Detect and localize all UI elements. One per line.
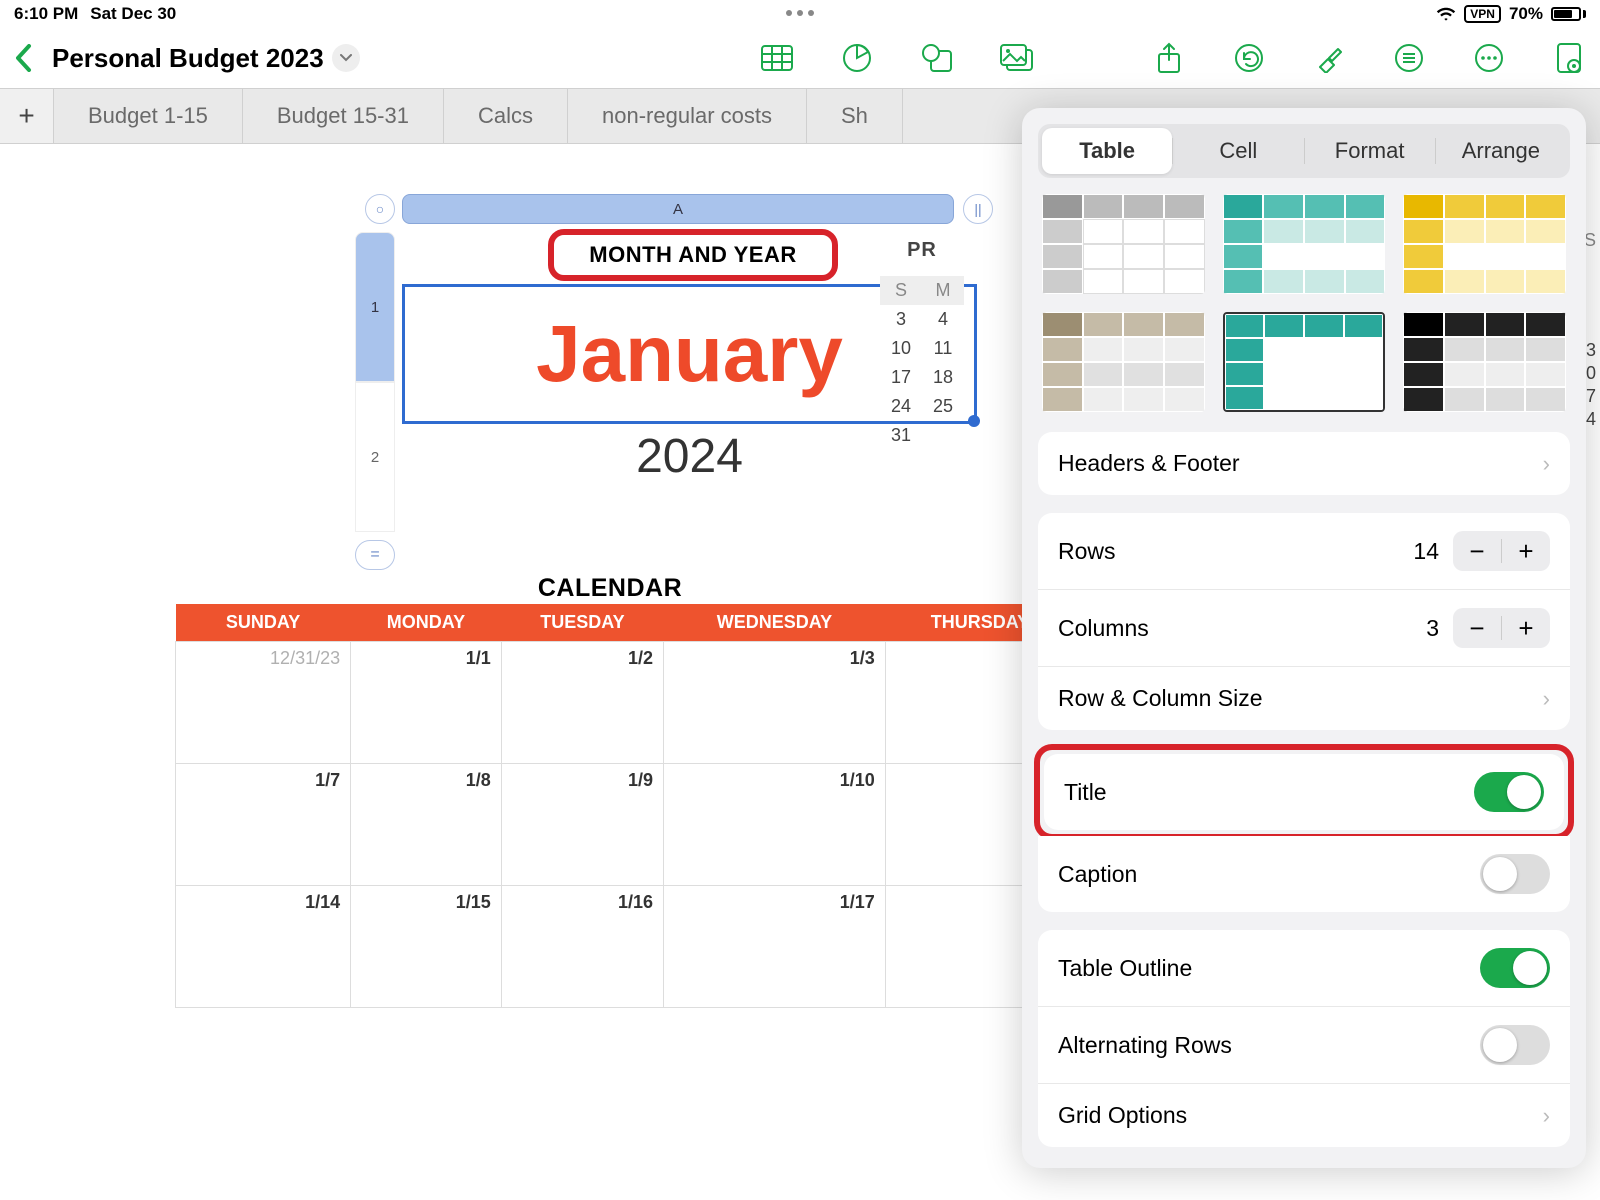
alt-rows-toggle-row: Alternating Rows [1038,1007,1570,1084]
calendar-cell[interactable]: 1/9 [501,764,663,886]
columns-stepper-row: Columns 3 −+ [1038,590,1570,667]
calendar-title: CALENDAR [140,574,1080,603]
calendar-cell[interactable]: 1/16 [501,886,663,1008]
table-style-2[interactable] [1223,194,1386,294]
selection-resize-handle[interactable] [968,415,980,427]
calendar-cell[interactable]: 1/14 [176,886,351,1008]
inspector-tab-format[interactable]: Format [1305,128,1435,174]
chevron-right-icon: › [1543,451,1550,477]
undo-icon[interactable] [1232,41,1266,75]
row-add-handle[interactable]: = [355,540,395,570]
mini-prev-month: PR SM 34 1011 1718 2425 31 [880,239,964,450]
columns-minus-button[interactable]: − [1453,608,1501,648]
chevron-right-icon: › [1543,1103,1550,1129]
columns-plus-button[interactable]: + [1502,608,1550,648]
document-settings-icon[interactable] [1552,41,1586,75]
table-style-4[interactable] [1042,312,1205,412]
inspector-tab-arrange[interactable]: Arrange [1436,128,1566,174]
calendar-cell[interactable]: 1/1 [351,642,502,764]
title-row-callout: Title [1034,744,1574,840]
chevron-right-icon: › [1543,686,1550,712]
outline-toggle[interactable] [1480,948,1550,988]
status-date: Sat Dec 30 [90,4,176,24]
sheet-tab-1[interactable]: Budget 15-31 [243,89,444,143]
calendar-cell[interactable]: 1/15 [351,886,502,1008]
calendar-cell[interactable]: 1/7 [176,764,351,886]
calendar-cell[interactable]: 1/17 [664,886,886,1008]
calendar-cell[interactable]: 1/10 [664,764,886,886]
table-title-callout: MONTH AND YEAR [548,229,838,281]
action-toolbar [1152,41,1586,75]
sheet-tab-3[interactable]: non-regular costs [568,89,807,143]
title-bar: Personal Budget 2023 [0,28,1600,88]
table-style-1[interactable] [1042,194,1205,294]
format-inspector: Table Cell Format Arrange [1022,108,1586,1168]
format-brush-icon[interactable] [1312,41,1346,75]
table-style-3[interactable] [1403,194,1566,294]
organize-icon[interactable] [1392,41,1426,75]
rows-value: 14 [1413,538,1439,565]
row-header-2[interactable]: 2 [355,382,395,532]
vpn-indicator: VPN [1464,5,1501,23]
sheet-tab-4[interactable]: Sh [807,89,903,143]
columns-value: 3 [1426,615,1439,642]
calendar-cell[interactable]: 12/31/23 [176,642,351,764]
column-add-handle[interactable]: || [963,194,993,224]
column-menu-handle[interactable]: ○ [365,194,395,224]
caption-toggle-row: Caption [1038,836,1570,912]
rows-plus-button[interactable]: + [1502,531,1550,571]
table-style-5[interactable] [1223,312,1386,412]
chart-icon[interactable] [840,41,874,75]
add-sheet-button[interactable]: + [0,89,54,143]
wifi-icon [1436,6,1456,22]
inspector-tab-cell[interactable]: Cell [1173,128,1303,174]
calendar-cell[interactable]: 1/8 [351,764,502,886]
document-title[interactable]: Personal Budget 2023 [52,43,360,74]
month-name: January [536,308,843,400]
caption-toggle[interactable] [1480,854,1550,894]
rows-stepper-row: Rows 14 −+ [1038,513,1570,590]
sheet-tab-2[interactable]: Calcs [444,89,568,143]
column-header-a[interactable]: A [402,194,954,224]
row-header-1[interactable]: 1 [355,232,395,382]
battery-percent: 70% [1509,4,1543,24]
insert-toolbar [760,41,1034,75]
media-icon[interactable] [1000,41,1034,75]
table-styles-grid [1038,194,1570,412]
outline-toggle-row: Table Outline [1038,930,1570,1007]
chevron-down-icon[interactable] [332,44,360,72]
rows-minus-button[interactable]: − [1453,531,1501,571]
multitasking-dots-icon[interactable] [786,10,814,16]
inspector-tab-table[interactable]: Table [1042,128,1172,174]
table-style-6[interactable] [1403,312,1566,412]
shapes-icon[interactable] [920,41,954,75]
title-toggle-row: Title [1044,754,1564,830]
battery-icon [1551,7,1586,21]
headers-footer-row[interactable]: Headers & Footer › [1038,432,1570,495]
sheet-tab-0[interactable]: Budget 1-15 [54,89,243,143]
share-icon[interactable] [1152,41,1186,75]
calendar-cell[interactable]: 1/3 [664,642,886,764]
grid-options-row[interactable]: Grid Options › [1038,1084,1570,1147]
title-toggle[interactable] [1474,772,1544,812]
more-icon[interactable] [1472,41,1506,75]
status-time: 6:10 PM [14,4,78,24]
calendar-table[interactable]: SUNDAY MONDAY TUESDAY WEDNESDAY THURSDAY… [175,604,1075,1008]
table-icon[interactable] [760,41,794,75]
inspector-tab-segmented[interactable]: Table Cell Format Arrange [1038,124,1570,178]
calendar-cell[interactable]: 1/2 [501,642,663,764]
alt-rows-toggle[interactable] [1480,1025,1550,1065]
back-button[interactable] [14,44,34,72]
status-bar: 6:10 PM Sat Dec 30 VPN 70% [0,0,1600,28]
table-title-text: MONTH AND YEAR [589,242,796,268]
row-column-size-row[interactable]: Row & Column Size › [1038,667,1570,730]
